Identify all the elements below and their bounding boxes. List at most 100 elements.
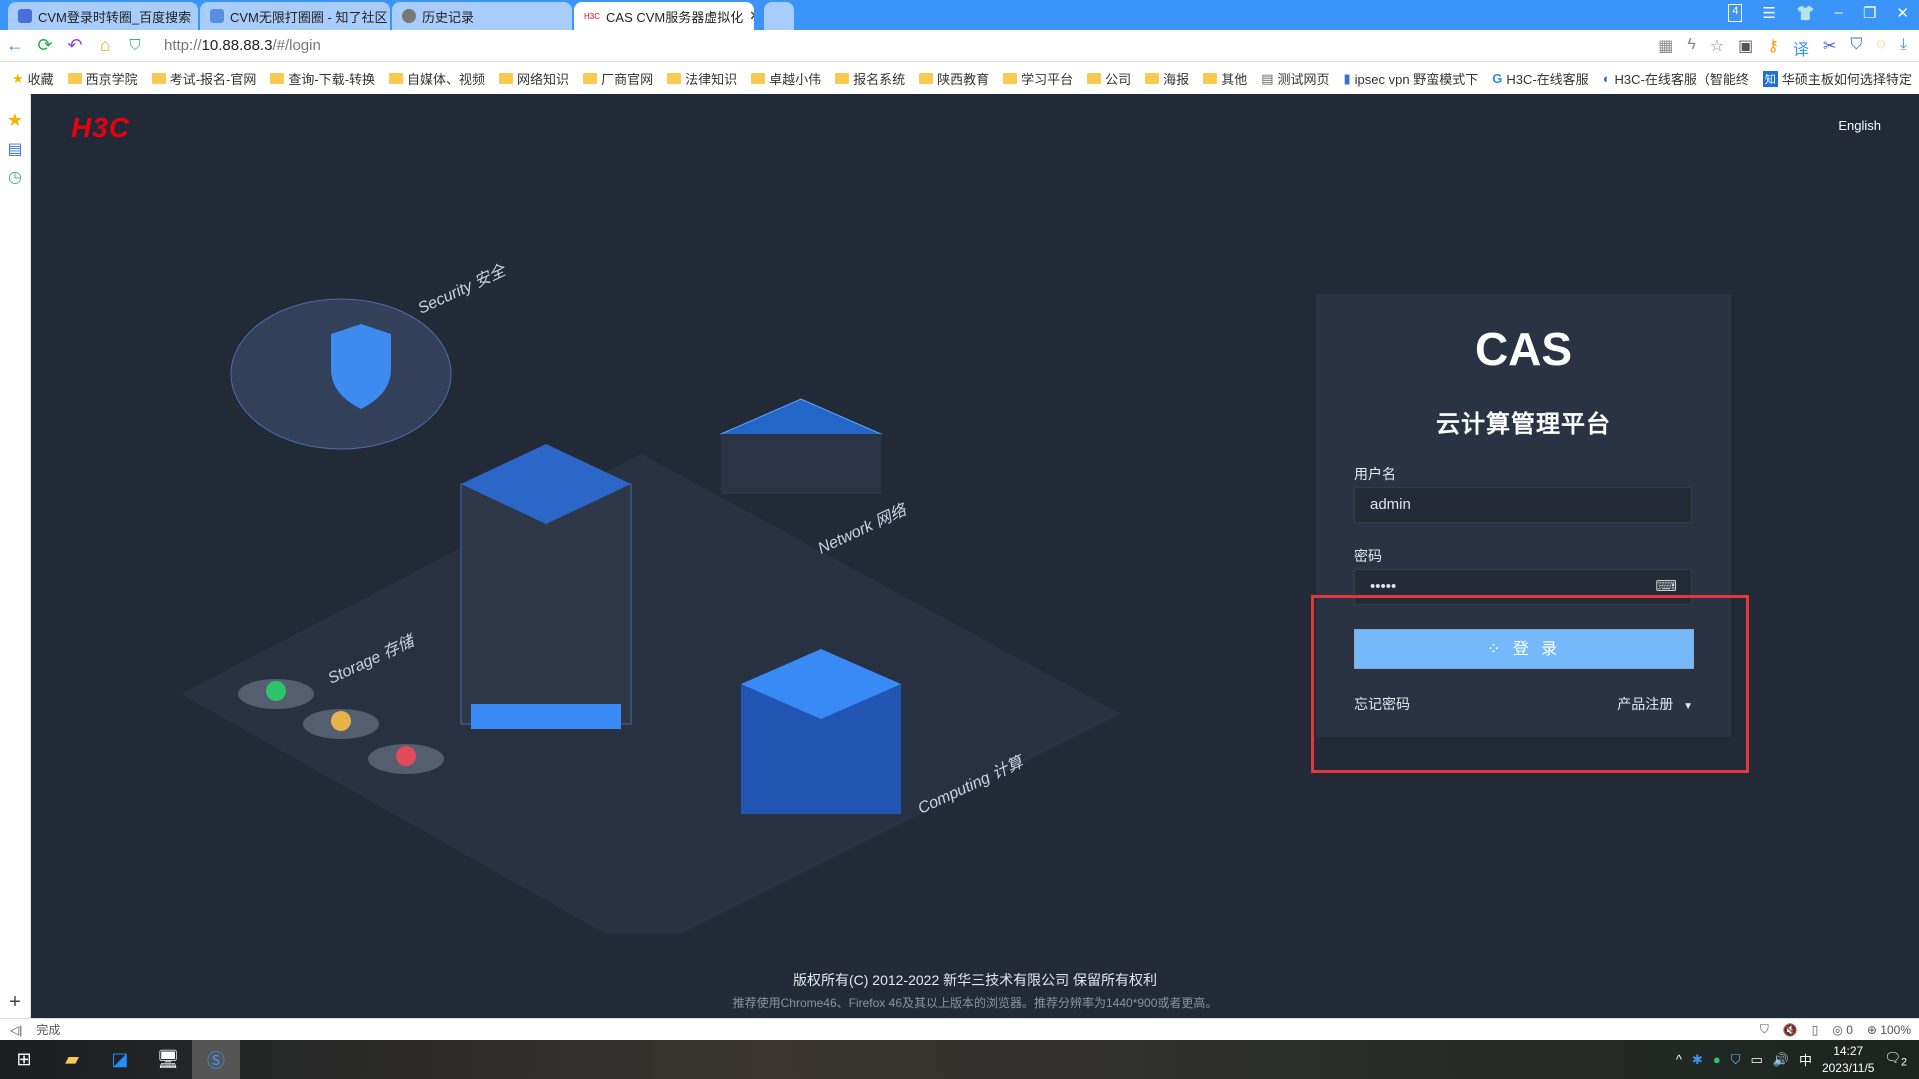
network-icon[interactable]: ▭ [1750,1052,1762,1068]
scissors-icon[interactable]: ✂ [1823,36,1836,60]
add-icon[interactable]: + [0,991,30,1014]
tray-expand-icon[interactable]: ^ [1676,1052,1682,1067]
bookmark-item[interactable]: 卓越小伟 [751,69,821,88]
qr-icon[interactable]: ▦ [1658,36,1673,60]
mute-icon[interactable]: 🔇 [1783,1023,1798,1037]
close-window-icon[interactable]: ✕ [1896,4,1909,22]
history-icon[interactable]: ◷ [0,167,30,187]
refresh-icon[interactable]: ⟳ [30,35,60,56]
folder-icon [919,73,934,84]
file-explorer-icon[interactable]: ▰ [48,1040,96,1079]
password-label: 密码 [1354,548,1382,564]
download-icon[interactable]: ⤓ [1900,36,1907,60]
folder-icon [1203,73,1218,84]
more-icon[interactable]: ◌ [1876,36,1886,60]
bookmark-item[interactable]: 考试-报名-官网 [151,69,256,88]
bookmark-item[interactable]: G H3C-在线客服 [1492,69,1588,88]
address-bar: ← ⟳ ↶ ⌂ ⛉ http://10.88.88.3/#/login ▦ ϟ ☆ ▣… [0,30,1919,62]
login-page: H3C English Security 安全 Network 网络 Stora… [31,94,1919,1018]
clock[interactable]: 14:27 2023/11/5 [1822,1043,1875,1077]
shield-status-icon[interactable]: ⛉ [1760,1022,1769,1037]
volume-icon[interactable]: 🔊 [1773,1052,1789,1068]
zoom-control[interactable]: ⊕ 100% [1867,1023,1911,1037]
zhihu-icon: 知 [1762,70,1778,87]
device-icon[interactable]: ▯ [1812,1023,1819,1037]
key-icon[interactable]: ⚷ [1767,36,1779,60]
notification-icon[interactable]: 🗨2 [1884,1050,1907,1069]
menu-icon[interactable]: ☰ [1762,4,1775,22]
tab-count-icon[interactable]: 4 [1728,4,1743,22]
baidu-icon [18,9,32,23]
bookmark-item[interactable]: 其他 [1203,69,1247,88]
bookmark-item[interactable]: 知华硕主板如何选择特定 [1762,69,1912,88]
favorites-icon[interactable]: ★ [0,110,30,131]
bookmark-item[interactable]: 陕西教育 [919,69,989,88]
zhiliao-icon [210,9,224,23]
translate-icon[interactable]: 译 [1793,36,1809,60]
close-tab-icon[interactable]: ✕ [749,8,754,24]
tab-baidu[interactable]: CVM登录时转圈_百度搜索 [8,2,198,30]
highlight-box [1311,595,1749,773]
chat-icon: ◐ [1602,71,1611,86]
url-input[interactable]: http://10.88.88.3/#/login [164,37,321,54]
bookmark-item[interactable]: 海报 [1145,69,1189,88]
adblock-counter[interactable]: ◎ 0 [1832,1023,1853,1037]
security-label: Security 安全 [415,261,510,318]
bluetooth-icon[interactable]: ✱ [1692,1052,1703,1068]
remote-desktop-icon[interactable]: 🖥 [144,1040,192,1079]
status-bar: ◁| 完成 ⛉ 🔇 ▯ ◎ 0 ⊕ 100% [0,1018,1919,1040]
lightning-icon[interactable]: ϟ [1687,36,1695,60]
browser-taskbar-icon[interactable]: Ⓢ [192,1040,240,1079]
home-icon[interactable]: ⌂ [90,35,120,56]
bookmark-item[interactable]: ▮ ipsec vpn 野蛮模式下 [1344,69,1479,88]
page-icon: ▤ [1261,70,1274,86]
minimize-icon[interactable]: – [1835,4,1843,22]
back-icon[interactable]: ← [0,35,30,56]
undo-icon[interactable]: ↶ [60,35,90,56]
wechat-icon[interactable]: ● [1713,1052,1721,1067]
tab-history[interactable]: 历史记录 [392,2,572,30]
network-cube-icon [719,398,883,494]
bookmark-item[interactable]: 公司 [1087,69,1131,88]
bookmark-item[interactable]: 查询-下载-转换 [270,69,375,88]
new-tab-button[interactable] [764,2,794,30]
bookmark-item[interactable]: 网络知识 [499,69,569,88]
language-link[interactable]: English [1838,118,1881,133]
browser-sidebar: ★ ▤ ◷ + [0,94,31,1018]
product-title: 云计算管理平台 [1436,411,1611,438]
security-tray-icon[interactable]: ⛉ [1731,1052,1741,1068]
network-label: Network 网络 [815,500,911,557]
copyright-text: 版权所有(C) 2012-2022 新华三技术有限公司 保留所有权利 [792,972,1158,988]
h3c-favicon: H3C [584,11,601,21]
bookmark-item[interactable]: ◐ H3C-在线客服（智能终 [1603,69,1749,88]
security-icon[interactable]: ⛉ [1850,36,1862,60]
bookmark-item[interactable]: 厂商官网 [583,69,653,88]
start-icon[interactable]: ⊞ [0,1040,48,1079]
folder-icon [667,73,682,84]
folder-icon [1003,73,1018,84]
skin-icon[interactable]: 👕 [1796,4,1815,22]
bookmark-item[interactable]: 西京学院 [67,69,138,88]
username-input[interactable]: admin [1354,487,1692,523]
folder-icon [389,73,404,84]
bookmarks-bar: ★ 收藏 西京学院 考试-报名-官网 查询-下载-转换 自媒体、视频 网络知识 厂… [0,63,1919,94]
tab-cas[interactable]: H3CCAS CVM服务器虚拟化✕ [574,2,754,30]
folder-icon [1087,73,1102,84]
tab-zhiliao[interactable]: CVM无限打圈圈 - 知了社区 [200,2,390,30]
bookmark-favorites[interactable]: ★ 收藏 [12,69,54,88]
bookmark-item[interactable]: 自媒体、视频 [389,69,485,88]
ime-indicator[interactable]: 中 [1799,1050,1812,1069]
tab-bar: CVM登录时转圈_百度搜索 CVM无限打圈圈 - 知了社区 历史记录 H3C CA… [0,0,1919,30]
bookmark-item[interactable]: 报名系统 [835,69,905,88]
bookmark-item[interactable]: ▤ 测试网页 [1261,69,1329,88]
star-icon[interactable]: ☆ [1710,36,1724,60]
bookmark-item[interactable]: 法律知识 [667,69,737,88]
bookmark-item[interactable]: 学习平台 [1003,69,1073,88]
folder-icon [151,73,166,84]
app-icon[interactable]: ◪ [96,1040,144,1079]
restore-icon[interactable]: ❐ [1863,4,1876,22]
server-tower-icon [460,444,632,729]
reader-icon[interactable]: ▤ [0,139,30,159]
extension-icon[interactable]: ▣ [1738,36,1753,60]
collapse-sidebar-icon[interactable]: ◁| [10,1023,22,1037]
